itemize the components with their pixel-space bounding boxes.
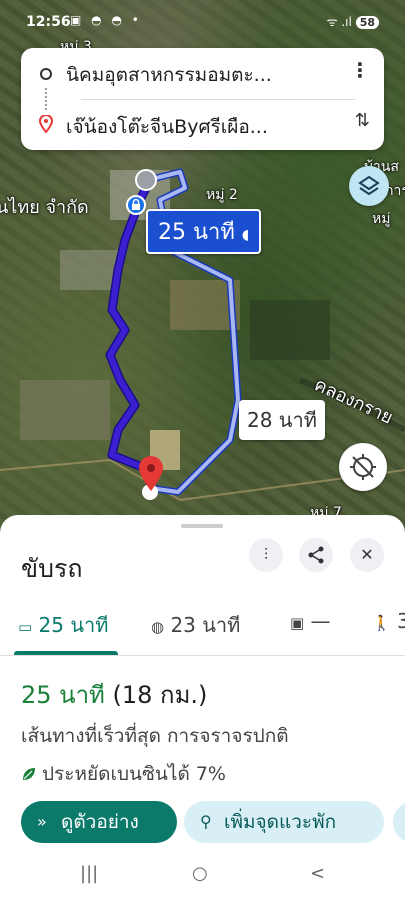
add-stop-icon: ⚲: [200, 812, 212, 831]
swap-icon[interactable]: ⇅: [355, 110, 370, 131]
origin-text[interactable]: นิคมอุตสาหกรรมอมตะ...: [66, 60, 336, 90]
origin-icon: [40, 68, 52, 80]
tab-motorcycle-label: 23 นาที: [170, 613, 241, 637]
notification-icons: ▣ ◓ ◓ •: [70, 13, 142, 27]
travel-mode-tabs: ▭ 25 นาที ◍ 23 นาที ▣ — 🚶 3: [0, 595, 405, 656]
route-duration: 25 นาที: [21, 681, 105, 709]
route-time-primary-label: 25 นาที: [158, 220, 235, 245]
recenter-button[interactable]: [339, 443, 387, 491]
destination-row[interactable]: เจ๊น้องโต๊ะจีนByศรีเผือ... ⇅: [21, 100, 384, 150]
route-description: เส้นทางที่เร็วที่สุด การจราจรปกติ: [21, 725, 289, 747]
share-button[interactable]: [299, 538, 333, 572]
battery-icon: 58: [355, 16, 379, 29]
double-chevron-icon: »: [37, 812, 47, 831]
eco-note: ประหยัดเบนซินได้ 7%: [21, 759, 226, 789]
mode-title: ขับรถ: [21, 554, 83, 583]
tab-transit[interactable]: ▣ —: [290, 609, 331, 633]
lock-icon: [126, 195, 146, 215]
destination-pin-icon: [139, 456, 163, 491]
walk-icon: 🚶: [372, 614, 391, 632]
back-icon[interactable]: <: [310, 863, 325, 884]
status-right: ᯤ .ıl 58: [327, 13, 379, 30]
route-time-alt[interactable]: 28 นาที: [239, 400, 325, 440]
tab-drive-label: 25 นาที: [38, 613, 109, 637]
preview-button[interactable]: » ดูตัวอย่าง: [21, 801, 177, 843]
tab-transit-label: —: [310, 609, 331, 633]
route-time-primary[interactable]: 25 นาที ◖: [146, 209, 262, 254]
close-icon: ✕: [360, 545, 374, 564]
destination-icon: [39, 115, 53, 133]
signal-icon: ᯤ .ıl: [326, 15, 352, 29]
add-stop-button-label: เพิ่มจุดแวะพัก: [224, 811, 337, 833]
directions-card: นิคมอุตสาหกรรมอมตะ... ⋮ เจ๊น้องโต๊ะจีนBy…: [21, 48, 384, 150]
tab-drive[interactable]: ▭ 25 นาที: [18, 609, 108, 641]
share-icon: [308, 546, 324, 564]
route-summary: 25 นาที (18 กม.): [21, 675, 207, 714]
map-label-moo2: หมู่ 2: [206, 187, 238, 203]
drag-handle[interactable]: [181, 524, 223, 528]
home-icon[interactable]: ○: [192, 863, 208, 884]
system-navbar: ||| ○ <: [0, 843, 405, 900]
destination-text[interactable]: เจ๊น้องโต๊ะจีนByศรีเผือ...: [66, 112, 336, 142]
layers-button[interactable]: [349, 166, 389, 206]
route-distance: (18 กม.): [112, 681, 208, 709]
add-stop-button[interactable]: ⚲ เพิ่มจุดแวะพัก: [184, 801, 384, 843]
tab-walk-label: 3: [397, 609, 405, 633]
tab-motorcycle[interactable]: ◍ 23 นาที: [151, 609, 240, 641]
car-icon: ▭: [18, 618, 33, 636]
status-time: 12:56: [26, 14, 71, 30]
tab-walk[interactable]: 🚶 3: [372, 609, 405, 633]
motorcycle-icon: ◍: [151, 618, 165, 636]
compass-icon: [350, 454, 376, 480]
map-label-right-mid: หมู่: [372, 211, 391, 227]
sliders-icon: ⫶: [263, 545, 268, 564]
layers-icon: [358, 175, 380, 196]
more-actions-button[interactable]: [393, 801, 405, 843]
close-button[interactable]: ✕: [350, 538, 384, 572]
eco-text: ประหยัดเบนซินได้ 7%: [42, 763, 226, 785]
eco-leaf-icon: ◖: [241, 227, 250, 243]
preview-button-label: ดูตัวอย่าง: [61, 811, 139, 833]
active-tab-indicator: [14, 651, 118, 655]
map-label-company: นไทย จำกัด: [0, 197, 89, 218]
more-options-icon[interactable]: ⋮: [350, 58, 370, 82]
leaf-icon: [23, 768, 35, 780]
origin-row[interactable]: นิคมอุตสาหกรรมอมตะ... ⋮: [21, 48, 384, 98]
recents-icon[interactable]: |||: [80, 863, 98, 884]
train-icon: ▣: [290, 614, 305, 632]
route-options-button[interactable]: ⫶: [249, 538, 283, 572]
